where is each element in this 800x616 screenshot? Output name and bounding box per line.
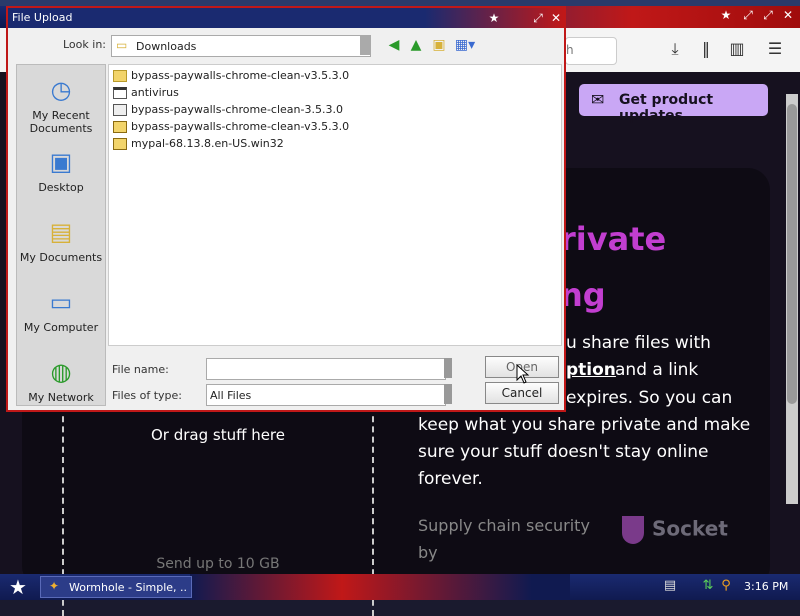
place-my-documents[interactable]: ▤ My Documents — [17, 217, 105, 264]
library-icon[interactable]: ‖ — [695, 38, 717, 60]
list-item[interactable]: bypass-paywalls-chrome-clean-v3.5.3.0 — [113, 120, 349, 136]
socket-logo[interactable]: Socket — [622, 516, 728, 544]
menu-icon[interactable]: ☰ — [764, 38, 786, 60]
folder-icon — [113, 70, 127, 82]
place-recent-documents[interactable]: ◷ My Recent Documents — [17, 75, 105, 135]
body-text-line3: expires. So you can — [566, 388, 733, 408]
list-item[interactable]: bypass-paywalls-chrome-clean-v3.5.3.0 — [113, 69, 349, 85]
network-icon[interactable]: ⇅ — [700, 578, 716, 594]
place-my-network[interactable]: ◍ My Network — [17, 357, 105, 404]
scroll-thumb[interactable] — [787, 104, 797, 404]
place-label: My Computer — [23, 321, 99, 334]
files-of-type-value: All Files — [210, 389, 252, 402]
hero-heading-line1: rivate — [560, 220, 667, 258]
file-list: bypass-paywalls-chrome-clean-v3.5.3.0 an… — [108, 64, 562, 346]
place-label: Desktop — [38, 181, 84, 194]
file-name: bypass-paywalls-chrome-clean-v3.5.3.0 — [131, 69, 350, 82]
star-icon[interactable]: ★ — [718, 8, 734, 22]
list-item[interactable]: mypal-68.13.8.en-US.win32 — [113, 137, 284, 153]
place-label: My Documents — [19, 251, 103, 264]
send-limit-text: Send up to 10 GB — [156, 556, 280, 572]
clock: 3:16 PM — [744, 580, 789, 593]
minimize-icon[interactable]: ⤢ — [740, 8, 756, 23]
body-text-line1: u share files with — [566, 333, 711, 353]
back-icon[interactable]: ◀ — [385, 36, 403, 54]
my-network-icon: ◍ — [50, 358, 72, 386]
supply-chain-text: Supply chain security by — [418, 516, 590, 562]
place-desktop[interactable]: ▣ Desktop — [17, 147, 105, 194]
file-name-field[interactable] — [206, 358, 446, 380]
url-text: h — [566, 43, 574, 57]
taskbar-item-browser[interactable]: ✦ Wormhole - Simple, ... — [40, 576, 192, 598]
url-bar[interactable]: h — [565, 37, 617, 65]
my-computer-icon: ▭ — [49, 288, 73, 316]
place-label: My Recent Documents — [29, 109, 93, 135]
cancel-button[interactable]: Cancel — [485, 382, 559, 404]
taskbar-item-label: Wormhole - Simple, ... — [69, 581, 187, 594]
file-upload-dialog: File Upload ★ ⤢ ✕ Look in: ▭ Downloads ◀… — [6, 6, 566, 412]
look-in-label: Look in: — [63, 38, 106, 51]
zip-icon — [113, 121, 127, 133]
search-icon[interactable]: ⚲ — [718, 578, 734, 594]
desktop-icon: ▣ — [49, 148, 73, 176]
drag-text: Or drag stuff here — [150, 426, 286, 444]
look-in-value: Downloads — [136, 40, 197, 53]
file-name: antivirus — [131, 86, 179, 99]
get-updates-label: Get product updates — [619, 92, 714, 124]
body-text-line2: and a link — [615, 360, 699, 380]
places-bar: ◷ My Recent Documents ▣ Desktop ▤ My Doc… — [16, 64, 106, 406]
body-text-line6: forever. — [418, 469, 483, 489]
sidebar-icon[interactable]: ▥ — [726, 38, 748, 60]
dialog-titlebar: File Upload ★ ⤢ ✕ — [8, 8, 564, 28]
list-item[interactable]: antivirus — [113, 86, 179, 102]
app-icon: ✦ — [49, 579, 60, 593]
socket-logo-text: Socket — [652, 516, 728, 541]
recent-documents-icon: ◷ — [50, 76, 72, 104]
zip-icon — [113, 138, 127, 150]
close-icon[interactable]: ✕ — [548, 10, 564, 26]
files-of-type-label: Files of type: — [112, 389, 183, 402]
taskbar: ★ ✦ Wormhole - Simple, ... ▤ ⇅ ⚲ 3:16 PM — [0, 574, 800, 600]
resize-icon[interactable]: ⤢ — [530, 10, 546, 26]
dialog-title: File Upload — [12, 11, 73, 24]
file-name: bypass-paywalls-chrome-clean-3.5.3.0 — [131, 103, 343, 116]
list-item[interactable]: bypass-paywalls-chrome-clean-3.5.3.0 — [113, 103, 343, 119]
mouse-cursor-icon — [516, 364, 530, 384]
taskbar-flag — [190, 574, 570, 600]
encryption-link[interactable]: ption — [566, 360, 616, 380]
my-documents-icon: ▤ — [49, 218, 73, 246]
body-text-line4: keep what you share private and make — [418, 415, 751, 435]
new-folder-icon[interactable]: ▣ — [430, 36, 448, 54]
page-scrollbar[interactable] — [786, 94, 798, 504]
body-text-line5: sure your stuff doesn't stay online — [418, 442, 709, 462]
start-button[interactable]: ★ — [4, 576, 32, 598]
place-label: My Network — [28, 391, 94, 404]
socket-shield-icon — [622, 516, 644, 544]
hero-heading-line2: ng — [560, 276, 606, 314]
view-menu-icon[interactable]: ▦▾ — [454, 36, 476, 54]
look-in-select[interactable]: ▭ Downloads — [111, 35, 371, 57]
get-updates-button[interactable]: ✉ Get product updates — [579, 84, 768, 124]
maximize-icon[interactable]: ⤢ — [760, 8, 776, 23]
look-in-dropdown-arrow[interactable] — [360, 35, 370, 55]
folder-icon: ▭ — [116, 38, 128, 52]
files-of-type-dropdown-arrow[interactable] — [444, 384, 452, 404]
mail-icon: ✉ — [591, 90, 605, 109]
download-icon[interactable]: ⤓ — [664, 38, 686, 60]
up-folder-icon[interactable]: ▲ — [407, 36, 425, 54]
document-icon — [113, 104, 127, 116]
place-my-computer[interactable]: ▭ My Computer — [17, 287, 105, 334]
file-name-dropdown-arrow[interactable] — [444, 358, 452, 378]
star-icon[interactable]: ★ — [486, 10, 502, 26]
files-of-type-select[interactable]: All Files — [206, 384, 446, 406]
file-name-label: File name: — [112, 363, 169, 376]
keyboard-icon[interactable]: ▤ — [662, 578, 678, 594]
close-icon[interactable]: ✕ — [780, 8, 796, 22]
file-name: bypass-paywalls-chrome-clean-v3.5.3.0 — [131, 120, 350, 133]
file-name: mypal-68.13.8.en-US.win32 — [131, 137, 284, 150]
application-icon — [113, 87, 127, 99]
